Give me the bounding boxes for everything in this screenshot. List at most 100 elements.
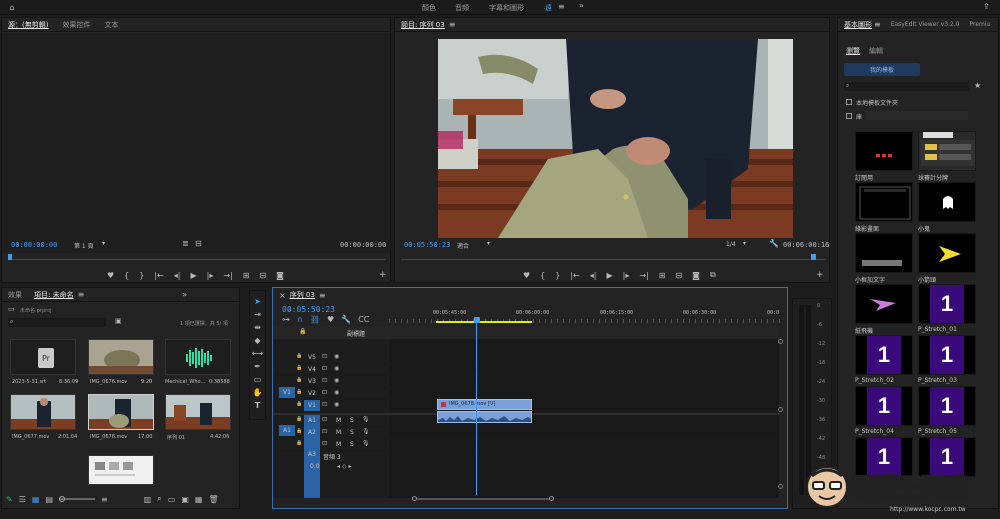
eye-icon[interactable]: ◉ bbox=[334, 353, 339, 360]
workspace-audio[interactable]: 音頻 bbox=[455, 3, 469, 13]
tab-easyedit[interactable]: EasyEdit Viewer v3.2.0 bbox=[891, 21, 960, 28]
add-marker-icon[interactable]: ♥ bbox=[327, 315, 334, 324]
eg-menu-icon[interactable]: ≡ bbox=[874, 20, 881, 29]
quality-dropdown-icon[interactable]: ▾ bbox=[743, 240, 746, 247]
timeline-menu-icon[interactable]: ≡ bbox=[319, 291, 326, 300]
marker-icon[interactable]: ♥ bbox=[107, 270, 114, 280]
lock-icon[interactable]: 🔒 bbox=[296, 389, 302, 395]
workspace-active[interactable]: 遠 bbox=[545, 3, 552, 13]
home-icon[interactable]: ⌂ bbox=[6, 2, 18, 13]
program-video-frame[interactable] bbox=[438, 39, 793, 238]
timeline-playhead-head[interactable] bbox=[474, 317, 480, 323]
project-item-srt[interactable]: Pr bbox=[10, 339, 76, 375]
mute-button[interactable]: M bbox=[336, 429, 341, 436]
project-item-img0677[interactable] bbox=[10, 394, 76, 430]
mix-value[interactable]: 0.0 bbox=[310, 463, 320, 470]
star-icon[interactable]: ★ bbox=[974, 81, 981, 90]
sync-lock-icon[interactable]: ⊡ bbox=[322, 428, 327, 435]
lock-icon[interactable]: 🔒 bbox=[296, 428, 302, 434]
template-ghost[interactable] bbox=[918, 182, 976, 222]
new-item-icon[interactable]: ▣ bbox=[181, 495, 189, 504]
project-more-icon[interactable]: » bbox=[182, 290, 187, 299]
template-green-screen[interactable] bbox=[855, 182, 913, 222]
eg-search-input[interactable] bbox=[844, 82, 969, 91]
program-title[interactable]: 節目: 序列 03 bbox=[401, 20, 445, 30]
sync-lock-icon[interactable]: ⊡ bbox=[322, 377, 327, 384]
project-item-webpage[interactable] bbox=[88, 455, 154, 485]
library-dropdown[interactable] bbox=[866, 111, 968, 120]
lock-icon[interactable]: 🔒 bbox=[296, 365, 302, 371]
snap-icon[interactable]: ∩ bbox=[297, 315, 303, 324]
compare-icon[interactable]: ⧉ bbox=[710, 270, 716, 280]
step-back-icon[interactable]: ◂| bbox=[174, 270, 181, 280]
solo-button[interactable]: S bbox=[350, 417, 354, 424]
razor-tool-icon[interactable]: ◆ bbox=[254, 336, 260, 345]
work-area-bar[interactable] bbox=[436, 321, 532, 323]
template-paper-plane[interactable] bbox=[855, 284, 913, 324]
overwrite-icon[interactable]: ⊟ bbox=[259, 270, 266, 280]
project-item-audio[interactable] bbox=[165, 339, 231, 375]
new-bin-from-search-icon[interactable]: ▣ bbox=[115, 317, 122, 325]
source-lock-icon[interactable]: ⊟ bbox=[195, 239, 202, 248]
extract-icon[interactable]: ⊟ bbox=[675, 270, 682, 280]
timeline-horizontal-scroll[interactable] bbox=[412, 496, 554, 501]
new-bin-icon[interactable]: ▭ bbox=[168, 495, 176, 504]
fit-dropdown[interactable]: 適合 bbox=[457, 241, 469, 250]
tab-browse[interactable]: 瀏覽 bbox=[846, 46, 860, 56]
timeline-vertical-scroll[interactable] bbox=[778, 339, 783, 489]
sync-lock-icon[interactable]: ⊡ bbox=[322, 353, 327, 360]
program-menu-icon[interactable]: ≡ bbox=[449, 20, 456, 29]
pen-tool-icon[interactable]: ✒ bbox=[254, 362, 261, 371]
export-frame-icon[interactable]: ◙ bbox=[276, 270, 284, 280]
linked-selection-icon[interactable]: ⛓ bbox=[310, 315, 320, 324]
track-select-tool-icon[interactable]: ⇥ bbox=[254, 310, 261, 319]
subtitle-lock-icon[interactable]: 🔒 bbox=[299, 328, 306, 335]
goto-out-icon[interactable]: →| bbox=[223, 270, 232, 280]
step-forward-icon[interactable]: |▸ bbox=[207, 270, 214, 280]
solo-button[interactable]: S bbox=[350, 441, 354, 448]
eye-icon[interactable]: ◉ bbox=[334, 365, 339, 372]
selection-tool-icon[interactable]: ➤ bbox=[254, 297, 261, 306]
template-p-stretch-02[interactable]: 1 bbox=[855, 335, 913, 375]
audio-clip[interactable] bbox=[437, 411, 532, 423]
list-view-icon[interactable]: ☰ bbox=[19, 495, 26, 504]
tab-text[interactable]: 文本 bbox=[104, 20, 118, 30]
freeform-view-icon[interactable]: ▤ bbox=[45, 495, 53, 504]
program-playhead[interactable] bbox=[811, 254, 816, 260]
mic-icon[interactable]: 🎙 bbox=[362, 428, 370, 435]
mute-button[interactable]: M bbox=[336, 417, 341, 424]
library-checkbox[interactable] bbox=[846, 113, 852, 119]
goto-in-icon[interactable]: |← bbox=[154, 270, 163, 280]
mark-in-icon[interactable]: { bbox=[540, 270, 545, 280]
mark-out-icon[interactable]: } bbox=[139, 270, 144, 280]
mic-icon[interactable]: 🎙 bbox=[362, 416, 370, 423]
source-timecode-left[interactable]: 00:00:00:00 bbox=[11, 241, 57, 249]
automate-icon[interactable]: ▥ bbox=[144, 495, 152, 504]
goto-in-icon[interactable]: |← bbox=[570, 270, 579, 280]
lock-icon[interactable]: 🔒 bbox=[296, 401, 302, 407]
mark-out-icon[interactable]: } bbox=[555, 270, 560, 280]
sync-lock-icon[interactable]: ⊡ bbox=[322, 416, 327, 423]
marker-icon[interactable]: ♥ bbox=[523, 270, 530, 280]
my-templates-button[interactable]: 我的模板 bbox=[844, 63, 920, 76]
goto-out-icon[interactable]: →| bbox=[639, 270, 648, 280]
quality-dropdown[interactable]: 1/4 bbox=[726, 241, 736, 248]
source-settings-icon[interactable]: ≣ bbox=[182, 239, 189, 248]
captions-icon[interactable]: CC bbox=[358, 315, 369, 324]
tab-effects[interactable]: 效果 bbox=[8, 290, 22, 300]
eye-icon[interactable]: ◉ bbox=[334, 377, 339, 384]
close-tab-icon[interactable]: × bbox=[279, 291, 286, 300]
project-item-img0678[interactable] bbox=[88, 394, 154, 430]
workspace-captions[interactable]: 字幕和圖形 bbox=[489, 3, 524, 13]
template-p-stretch-01[interactable]: 1 bbox=[918, 284, 976, 324]
play-icon[interactable]: ▶ bbox=[606, 270, 612, 280]
local-templates-checkbox[interactable] bbox=[846, 99, 852, 105]
mark-in-icon[interactable]: { bbox=[124, 270, 129, 280]
timeline-settings-icon[interactable]: 🔧 bbox=[341, 315, 351, 324]
template-scoreboard[interactable] bbox=[918, 131, 976, 171]
icon-view-icon[interactable]: ▦ bbox=[32, 495, 40, 504]
fit-dropdown-icon[interactable]: ▾ bbox=[487, 240, 490, 247]
lift-icon[interactable]: ⊞ bbox=[659, 270, 666, 280]
clear-icon[interactable]: ▦ bbox=[195, 495, 203, 504]
page-dropdown-icon[interactable]: ▾ bbox=[102, 240, 105, 247]
